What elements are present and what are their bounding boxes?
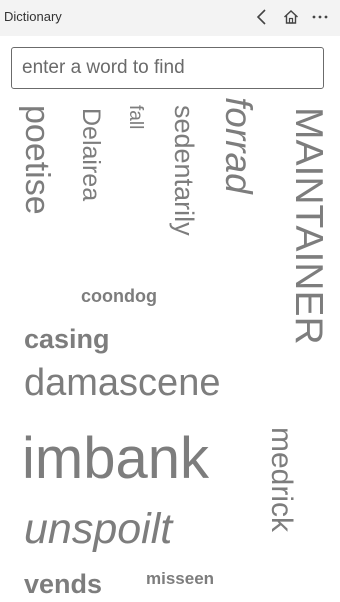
word-cloud: poetise Delairea fall sedentarily forrad… — [0, 95, 340, 602]
word-sedentarily[interactable]: sedentarily — [169, 105, 199, 236]
word-medrick[interactable]: medrick — [265, 427, 298, 532]
home-icon — [284, 10, 298, 24]
word-damascene[interactable]: damascene — [24, 364, 220, 402]
app-title: Dictionary — [4, 9, 62, 24]
word-misseen[interactable]: misseen — [146, 570, 214, 587]
word-vends[interactable]: vends — [24, 571, 102, 598]
word-forrad[interactable]: forrad — [218, 97, 259, 194]
more-icon — [312, 15, 328, 19]
more-button[interactable] — [307, 4, 333, 30]
dictionary-app: Dictionary poetise Delairea fal — [0, 0, 340, 602]
word-casing[interactable]: casing — [24, 326, 110, 353]
word-imbank[interactable]: imbank — [22, 430, 209, 488]
word-coondog[interactable]: coondog — [81, 287, 157, 305]
chevron-left-icon — [256, 9, 266, 25]
word-poetise[interactable]: poetise — [18, 105, 56, 215]
search-box — [11, 47, 324, 89]
home-button[interactable] — [278, 4, 304, 30]
word-fall[interactable]: fall — [125, 105, 146, 129]
back-button[interactable] — [249, 4, 275, 30]
word-delairea[interactable]: Delairea — [77, 108, 105, 201]
word-maintainer[interactable]: MAINTAINER — [287, 107, 330, 345]
search-input[interactable] — [12, 48, 323, 88]
word-unspoilt[interactable]: unspoilt — [24, 508, 172, 551]
title-bar: Dictionary — [0, 0, 340, 36]
